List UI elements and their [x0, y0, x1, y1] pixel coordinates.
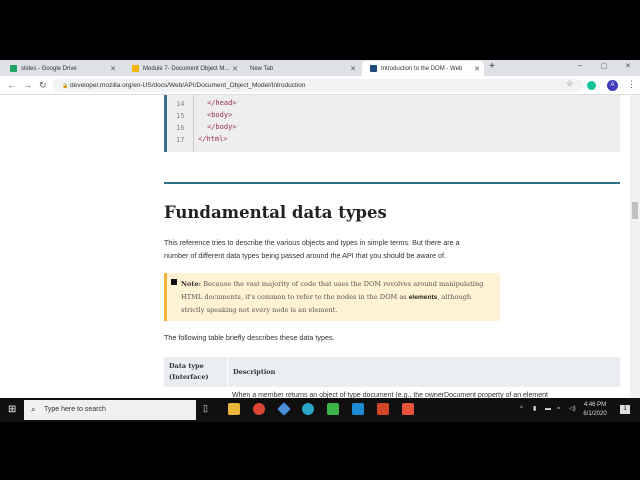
note-text: Because the vast majority of code that u… [201, 280, 484, 288]
grammarly-icon[interactable] [587, 81, 596, 90]
tab-title: New Tab [250, 65, 274, 72]
intro-line-1: This reference tries to describe the var… [164, 238, 460, 247]
close-tab-icon[interactable]: ✕ [232, 65, 238, 73]
code-line: <body> [207, 111, 233, 119]
app-icon[interactable] [277, 402, 291, 416]
section-heading: Fundamental data types [164, 203, 387, 222]
line-number: 17 [176, 136, 185, 144]
tab-title: Module 7- Document Object M... [143, 65, 230, 72]
windows-start-icon[interactable]: ⊞ [8, 404, 16, 415]
vscode-icon[interactable] [352, 403, 364, 415]
tab-intro-dom[interactable]: Introduction to the DOM - Web ✕ [362, 61, 484, 76]
note-bold: elements [408, 293, 438, 301]
line-number: 14 [176, 100, 185, 108]
camtasia-recorder-icon[interactable] [402, 403, 414, 415]
header-data-type: Data type (Interface) [164, 357, 227, 387]
reload-icon[interactable]: ↻ [39, 80, 47, 91]
new-tab-button[interactable]: + [489, 61, 495, 72]
address-bar-row: ← → ↻ 🔒 developer.mozilla.org/en-US/docs… [0, 76, 640, 95]
tab-google-drive[interactable]: slides - Google Drive ✕ [2, 61, 120, 76]
note-text: strictly speaking not every node is an e… [181, 306, 338, 315]
page-content: 14 </head> 15 <body> 16 </body> 17 </html> F… [0, 95, 640, 398]
battery-icon[interactable]: ▬ [545, 405, 551, 414]
table-intro: The following table briefly describes th… [164, 333, 335, 342]
tab-title: Introduction to the DOM - Web [381, 65, 463, 72]
line-number: 16 [176, 124, 185, 132]
url-text: developer.mozilla.org/en-US/docs/Web/API… [70, 82, 306, 89]
tab-module-7[interactable]: Module 7- Document Object M... ✕ [124, 61, 242, 76]
section-divider [164, 182, 620, 184]
lock-icon: 🔒 [62, 83, 69, 89]
mdn-icon [370, 65, 377, 72]
notifications-icon[interactable]: 1 [620, 405, 630, 414]
table-cell: When a member returns an object of type … [232, 392, 548, 398]
taskbar: ⊞ ⌕ Type here to search ▯ ^ ▮ ▬ ≈ ◁) 4:46… [0, 398, 640, 422]
date: 6/1/2020 [583, 411, 607, 417]
note-icon [171, 279, 177, 285]
minimize-button[interactable]: – [578, 61, 582, 70]
time: 4:46 PM [583, 402, 607, 408]
note-callout: Note: Because the vast majority of code … [164, 273, 500, 321]
search-icon: ⌕ [31, 405, 36, 414]
menu-icon[interactable]: ⋮ [627, 79, 636, 90]
bookmark-star-icon[interactable]: ☆ [566, 79, 573, 88]
note-text: HTML documents, it's common to refer to … [181, 292, 409, 301]
avatar[interactable]: A [607, 80, 618, 91]
back-icon[interactable]: ← [7, 80, 16, 90]
chrome-icon[interactable] [253, 403, 265, 415]
note-label: Note: [181, 280, 202, 288]
clock[interactable]: 4:46 PM 6/1/2020 [580, 401, 610, 419]
tab-title: slides - Google Drive [21, 65, 77, 72]
app-icon[interactable] [302, 403, 314, 415]
slides-icon [132, 65, 139, 72]
forward-icon[interactable]: → [23, 80, 32, 90]
camtasia-icon[interactable] [327, 403, 339, 415]
volume-icon[interactable]: ◁) [569, 405, 576, 414]
note-text: , although [437, 292, 472, 301]
line-number: 15 [176, 112, 185, 120]
scrollbar-thumb[interactable] [632, 202, 638, 219]
close-window-button[interactable]: ✕ [625, 62, 631, 70]
mic-icon[interactable]: ▮ [533, 405, 536, 414]
powerpoint-icon[interactable] [377, 403, 389, 415]
tray-chevron-icon[interactable]: ^ [520, 405, 523, 414]
url-input[interactable]: 🔒 developer.mozilla.org/en-US/docs/Web/A… [52, 79, 584, 92]
header-text: Data type [169, 362, 204, 370]
drive-icon [10, 65, 17, 72]
tab-strip: slides - Google Drive ✕ Module 7- Documen… [0, 60, 640, 76]
code-block: 14 </head> 15 <body> 16 </body> 17 </html> [164, 95, 620, 152]
scrollbar[interactable] [630, 95, 640, 398]
intro-line-2: number of different data types being pas… [164, 251, 446, 260]
code-line: </head> [207, 99, 237, 107]
taskbar-search[interactable]: ⌕ Type here to search [24, 400, 196, 420]
search-placeholder: Type here to search [44, 406, 106, 413]
wifi-icon[interactable]: ≈ [557, 405, 560, 414]
file-explorer-icon[interactable] [228, 403, 240, 415]
task-view-icon[interactable]: ▯ [203, 403, 208, 414]
code-line: </html> [198, 135, 228, 143]
header-text: (Interface) [169, 373, 209, 381]
maximize-button[interactable]: ▢ [601, 62, 608, 70]
tab-new-tab[interactable]: New Tab ✕ [242, 61, 360, 76]
close-tab-icon[interactable]: ✕ [110, 65, 116, 73]
header-description: Description [228, 357, 620, 387]
close-tab-icon[interactable]: ✕ [350, 65, 356, 73]
close-tab-icon[interactable]: ✕ [474, 65, 480, 73]
code-line: </body> [207, 123, 237, 131]
